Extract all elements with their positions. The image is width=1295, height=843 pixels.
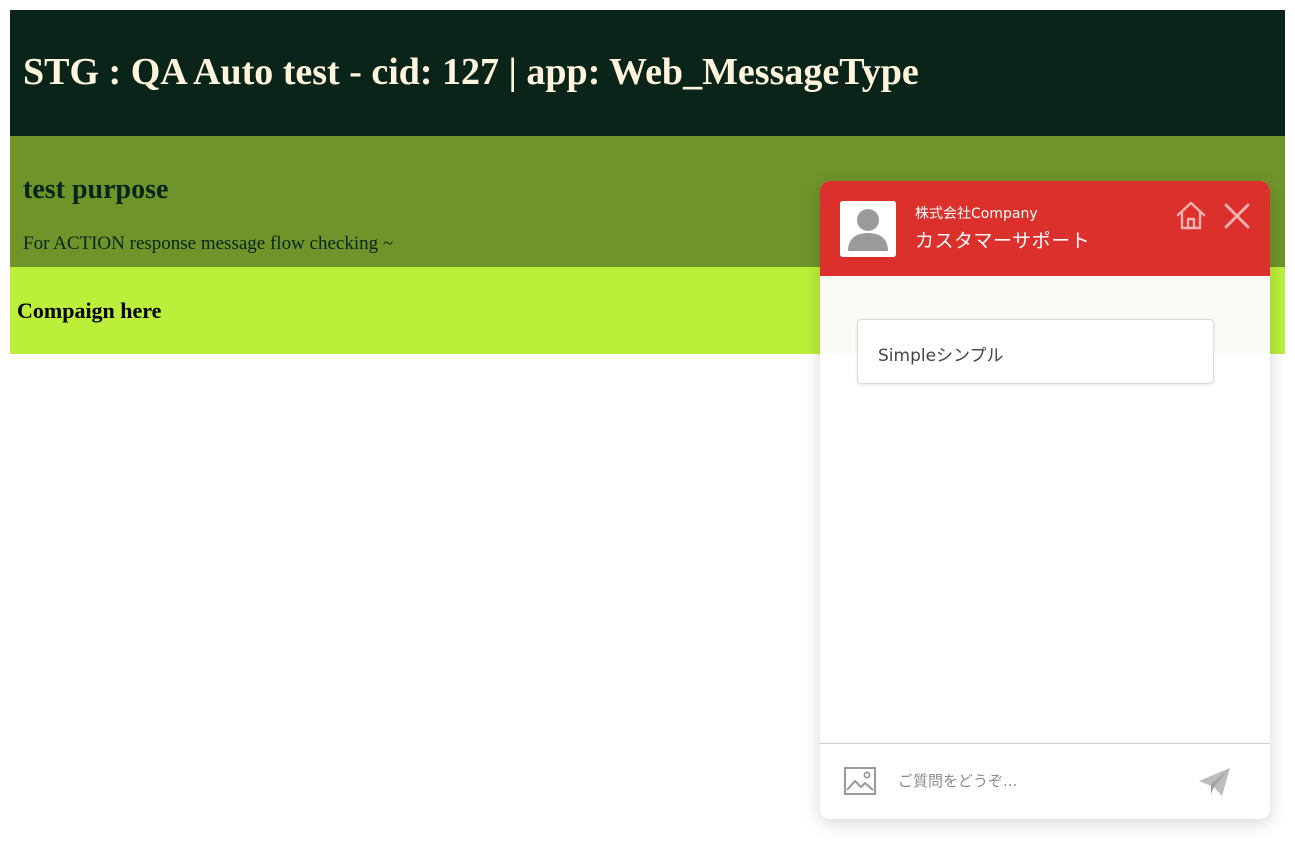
purpose-heading: test purpose [23,174,169,205]
page-header: STG : QA Auto test - cid: 127 | app: Web… [10,10,1285,136]
send-icon [1199,768,1230,796]
purpose-description: For ACTION response message flow checkin… [23,233,394,254]
message-input[interactable] [892,764,1194,798]
company-name: 株式会社Company [915,206,1038,222]
message-option-label: Simpleシンプル [878,346,1004,366]
message-option-card[interactable]: Simpleシンプル [857,319,1214,384]
chat-widget: 株式会社Company カスタマーサポート Simpleシンプル [820,181,1270,819]
home-icon [1176,201,1206,230]
send-button[interactable] [1197,765,1233,799]
image-icon [844,767,876,795]
chat-footer [820,743,1270,819]
avatar-person-icon [840,201,896,257]
chat-message-area[interactable]: Simpleシンプル [820,276,1270,743]
chat-header: 株式会社Company カスタマーサポート [820,181,1270,276]
close-icon [1224,203,1250,229]
support-name: カスタマーサポート [915,230,1091,252]
page-title: STG : QA Auto test - cid: 127 | app: Web… [23,51,919,93]
home-button[interactable] [1174,199,1208,233]
campaign-label: Compaign here [17,298,162,323]
close-button[interactable] [1220,199,1254,233]
avatar [840,201,896,257]
image-upload-button[interactable] [842,764,878,798]
